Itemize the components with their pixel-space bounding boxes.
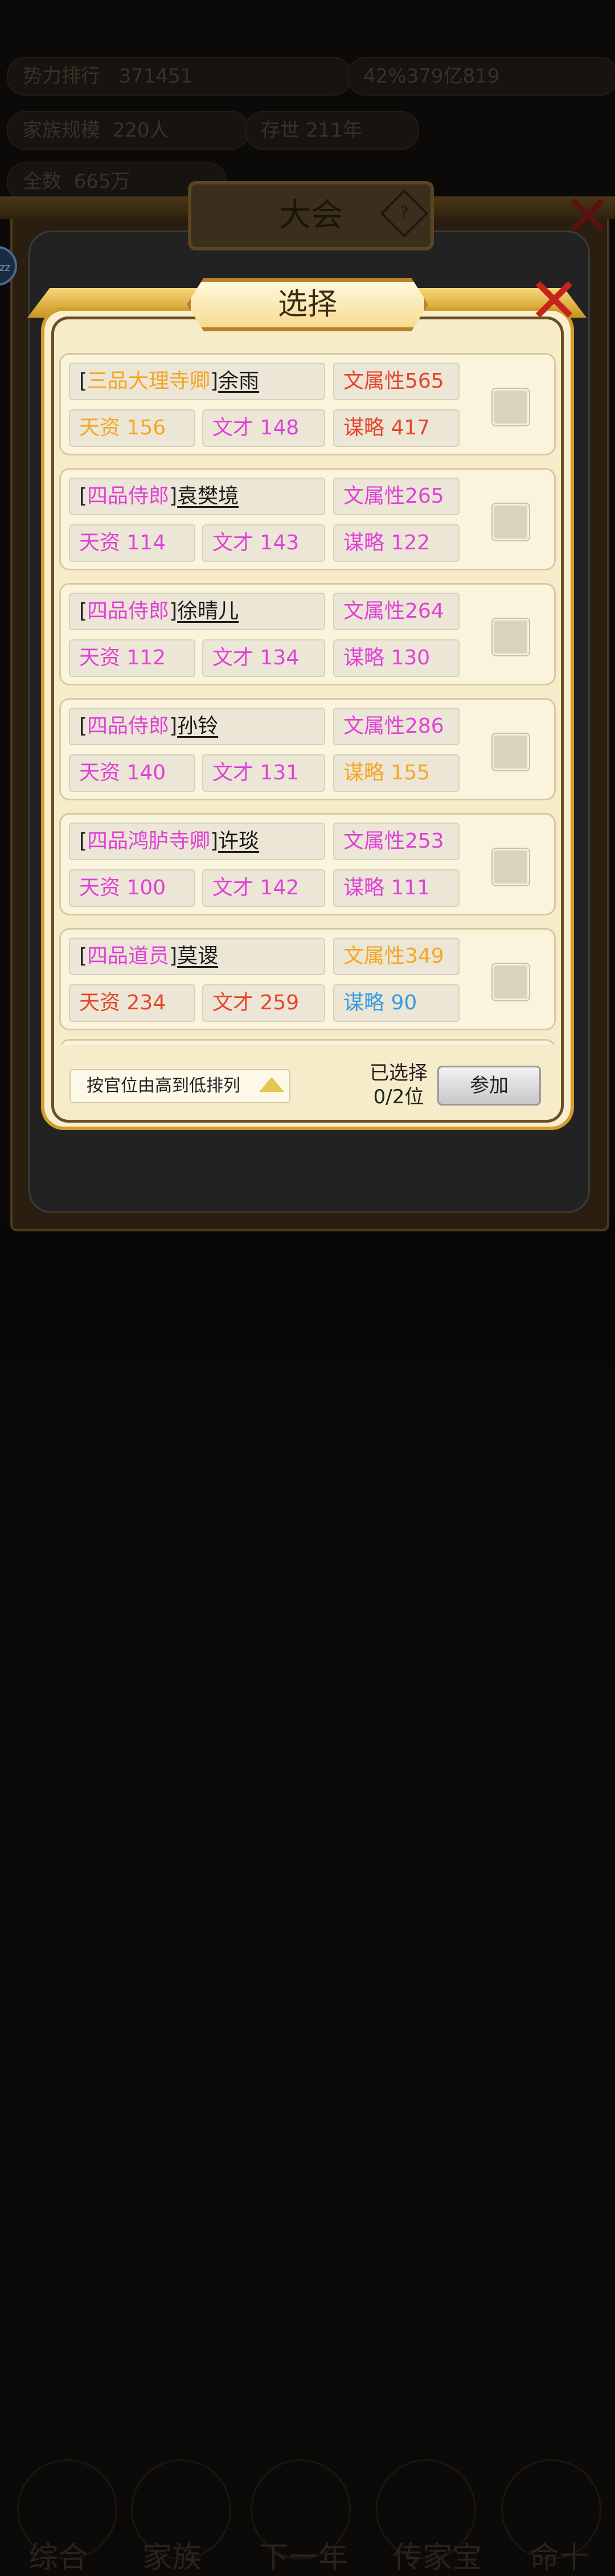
candidate-title: [四品鸿胪寺卿]许琰 <box>69 823 325 860</box>
candidate-strategy: 谋略 417 <box>333 409 460 447</box>
candidate-card-partial[interactable] <box>59 1039 556 1045</box>
candidate-talent: 天资 100 <box>69 869 195 907</box>
candidate-talent: 天资 156 <box>69 409 195 447</box>
candidate-rank: 四品侍郎 <box>87 599 170 623</box>
close-icon[interactable]: ✕ <box>523 269 585 335</box>
candidate-card[interactable]: [四品侍郎]孙铃 文属性286 天资 140 文才 131 谋略 155 <box>59 698 556 800</box>
candidate-title: [四品道员]莫谡 <box>69 938 325 975</box>
bg-years-pill: 存世 211年 <box>245 111 419 150</box>
bg-nav-item: 家族 <box>142 2541 202 2575</box>
candidate-literary: 文才 148 <box>202 409 325 447</box>
selected-count-label: 已选择 <box>370 1062 428 1084</box>
candidate-checkbox[interactable] <box>493 504 529 540</box>
candidate-attribute: 文属性264 <box>333 593 460 630</box>
candidate-strategy: 谋略 122 <box>333 524 460 562</box>
candidate-talent: 天资 140 <box>69 754 195 792</box>
candidate-name[interactable]: 余雨 <box>218 369 259 393</box>
background-nav: 综合 家族 下一年 传家宝 命十 <box>0 1218 615 2575</box>
candidate-title: [四品侍郎]袁樊境 <box>69 478 325 515</box>
candidate-rank: 四品道员 <box>87 944 170 968</box>
candidate-checkbox[interactable] <box>493 619 529 655</box>
selected-count: 已选择 0/2位 <box>359 1061 438 1109</box>
candidate-literary: 文才 259 <box>202 984 325 1022</box>
candidate-title: [四品侍郎]孙铃 <box>69 708 325 745</box>
candidate-talent: 天资 114 <box>69 524 195 562</box>
candidate-checkbox[interactable] <box>493 964 529 1000</box>
background-header: 势力排行 371451 42%379亿819 家族规模 220人 存世 211年… <box>0 46 615 201</box>
candidate-checkbox[interactable] <box>493 389 529 425</box>
candidate-name[interactable]: 许琰 <box>218 829 259 853</box>
sort-triangle-icon[interactable] <box>259 1077 284 1092</box>
candidate-attribute: 文属性286 <box>333 708 460 745</box>
candidate-rank: 三品大理寺卿 <box>87 369 211 393</box>
candidate-strategy: 谋略 130 <box>333 639 460 677</box>
candidate-talent: 天资 112 <box>69 639 195 677</box>
candidate-attribute: 文属性565 <box>333 363 460 400</box>
bg-nav-item: 下一年 <box>259 2541 348 2575</box>
candidate-title: [四品侍郎]徐晴儿 <box>69 593 325 630</box>
close-icon[interactable]: ✕ <box>564 188 612 245</box>
candidate-talent: 天资 234 <box>69 984 195 1022</box>
candidate-literary: 文才 142 <box>202 869 325 907</box>
candidate-name[interactable]: 徐晴儿 <box>177 599 239 623</box>
bg-nav-item: 综合 <box>28 2541 88 2575</box>
candidate-list[interactable]: [三品大理寺卿]余雨 文属性565 天资 156 文才 148 谋略 417 [… <box>59 353 556 1045</box>
candidate-card[interactable]: [三品大理寺卿]余雨 文属性565 天资 156 文才 148 谋略 417 <box>59 353 556 455</box>
sort-button-label: 按官位由高到低排列 <box>87 1076 240 1096</box>
candidate-card[interactable]: [四品鸿胪寺卿]许琰 文属性253 天资 100 文才 142 谋略 111 <box>59 813 556 915</box>
candidate-literary: 文才 134 <box>202 639 325 677</box>
candidate-card[interactable]: [四品侍郎]袁樊境 文属性265 天资 114 文才 143 谋略 122 <box>59 468 556 570</box>
candidate-strategy: 谋略 111 <box>333 869 460 907</box>
candidate-title: [三品大理寺卿]余雨 <box>69 363 325 400</box>
candidate-rank: 四品侍郎 <box>87 484 170 508</box>
candidate-card[interactable]: [四品侍郎]徐晴儿 文属性264 天资 112 文才 134 谋略 130 <box>59 583 556 685</box>
candidate-rank: 四品侍郎 <box>87 714 170 738</box>
bg-nav-item: 传家宝 <box>393 2541 482 2575</box>
candidate-rank: 四品鸿胪寺卿 <box>87 829 211 853</box>
candidate-name[interactable]: 莫谡 <box>177 944 218 968</box>
candidate-checkbox[interactable] <box>493 849 529 885</box>
bg-family-size-pill: 家族规模 220人 <box>7 111 249 150</box>
candidate-literary: 文才 143 <box>202 524 325 562</box>
candidate-attribute: 文属性253 <box>333 823 460 860</box>
candidate-card[interactable]: [四品道员]莫谡 文属性349 天资 234 文才 259 谋略 90 <box>59 928 556 1030</box>
candidate-attribute: 文属性265 <box>333 478 460 515</box>
bg-ranking-pill: 势力排行 371451 <box>7 57 352 96</box>
candidate-checkbox[interactable] <box>493 734 529 770</box>
bg-nav-item: 命十 <box>530 2541 589 2575</box>
candidate-attribute: 文属性349 <box>333 938 460 975</box>
bg-currency-pill: 42%379亿819 <box>347 57 615 96</box>
join-button[interactable]: 参加 <box>437 1066 541 1106</box>
candidate-literary: 文才 131 <box>202 754 325 792</box>
candidate-strategy: 谋略 90 <box>333 984 460 1022</box>
candidate-strategy: 谋略 155 <box>333 754 460 792</box>
candidate-name[interactable]: 孙铃 <box>177 714 218 738</box>
sort-button[interactable]: 按官位由高到低排列 <box>69 1069 290 1103</box>
select-dialog-title: 选择 <box>277 287 337 322</box>
selected-count-value: 0/2位 <box>373 1086 424 1108</box>
candidate-name[interactable]: 袁樊境 <box>177 484 239 508</box>
